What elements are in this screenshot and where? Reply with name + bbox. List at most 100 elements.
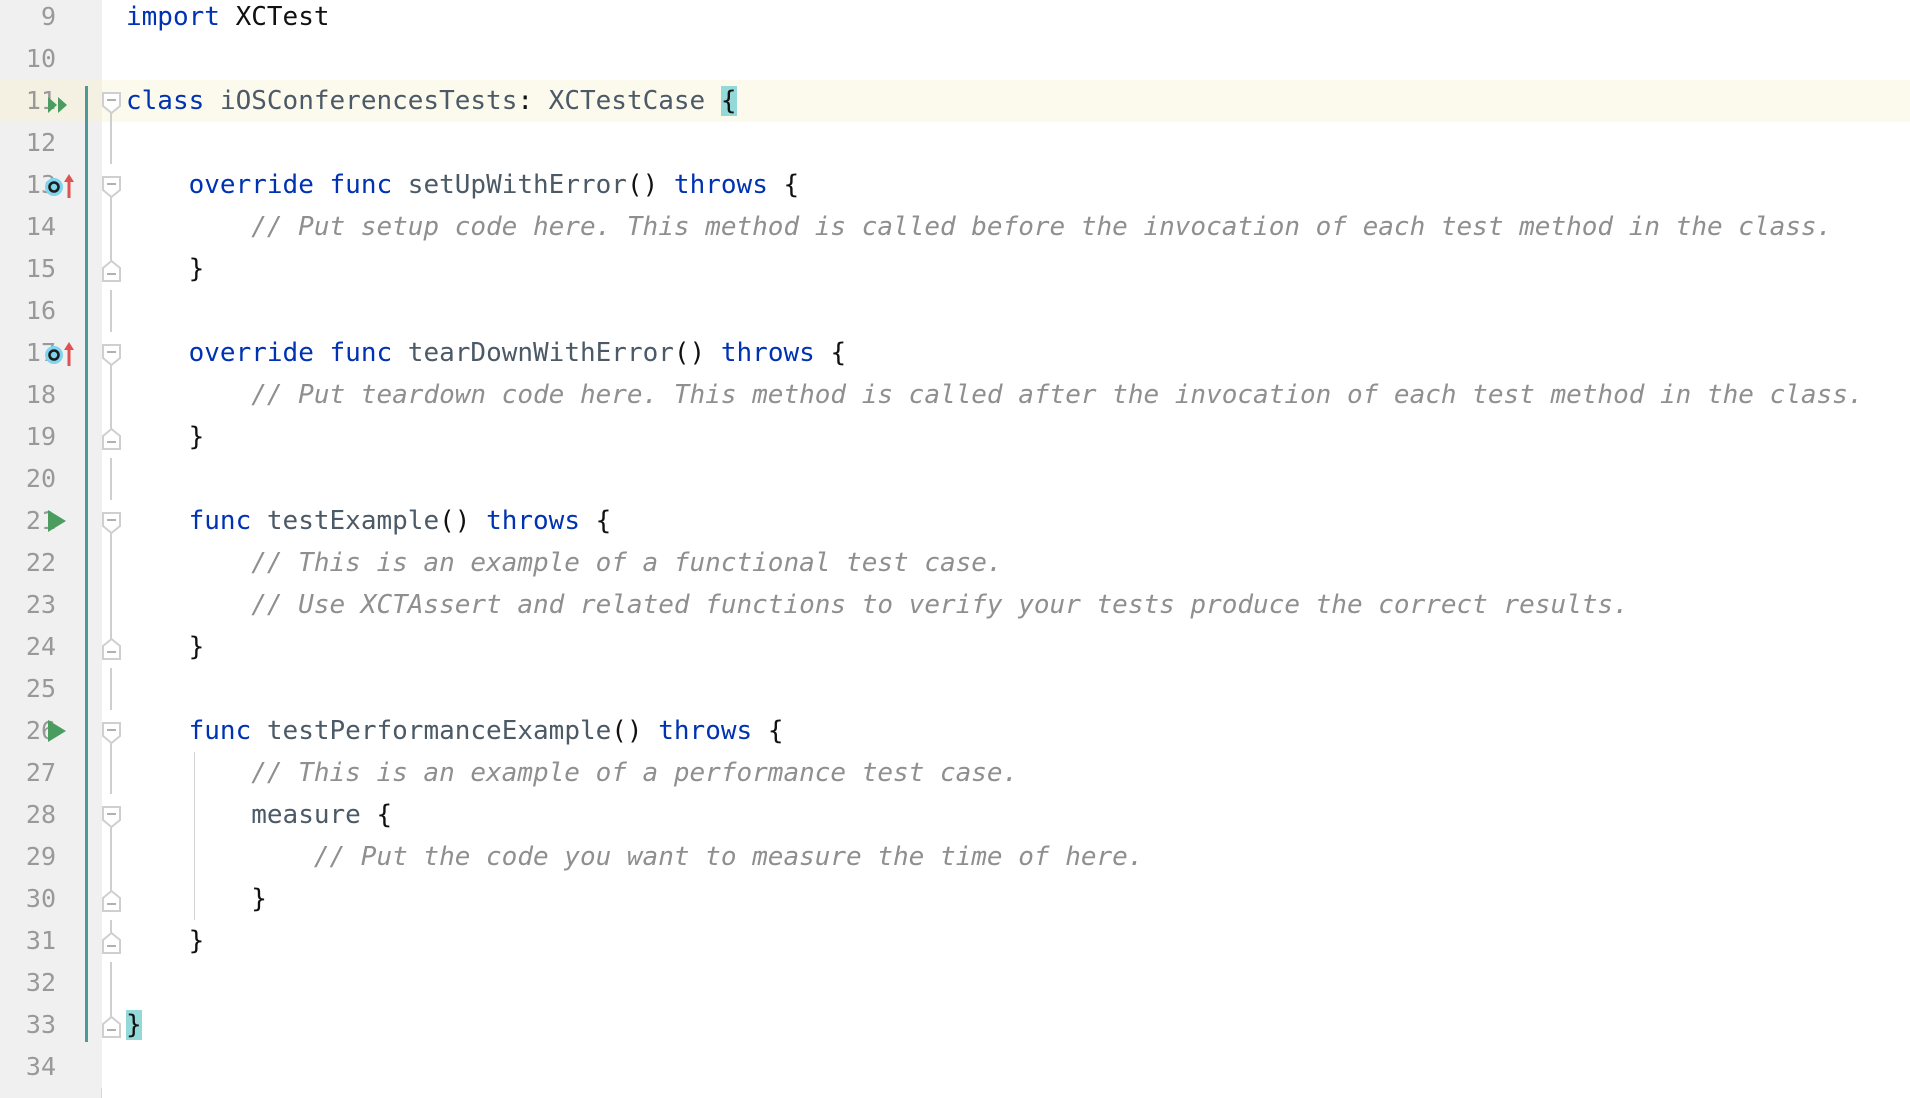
override-method-icon[interactable] [44,341,78,367]
editor-line[interactable]: 31 } [0,920,1910,962]
code-line-text: // This is an example of a functional te… [126,542,1003,584]
editor-line[interactable]: 24 } [0,626,1910,668]
editor-line[interactable]: 23 // Use XCTAssert and related function… [0,584,1910,626]
code-token: // Put the code you want to measure the … [126,842,1144,872]
editor-line[interactable]: 18 // Put teardown code here. This metho… [0,374,1910,416]
code-token: } [188,422,205,452]
fold-start-marker[interactable] [100,803,123,829]
editor-line[interactable]: 14 // Put setup code here. This method i… [0,206,1910,248]
editor-line[interactable]: 33} [0,1004,1910,1046]
fold-end-marker[interactable] [100,887,123,912]
fold-start-marker[interactable] [100,89,123,115]
code-line-text: class iOSConferencesTests: XCTestCase { [126,80,737,122]
editor-line[interactable]: 16 [0,290,1910,332]
editor-line[interactable]: 17 override func tearDownWithError() thr… [0,332,1910,374]
fold-end-marker[interactable] [100,635,123,660]
fold-gutter-slot [100,332,124,374]
fold-start-marker[interactable] [100,719,123,745]
editor-line[interactable]: 28 measure { [0,794,1910,836]
fold-gutter-slot [100,500,124,542]
gutter-icon-slot [44,1004,78,1046]
fold-end-marker[interactable] [100,425,123,450]
gutter-cell-inner [78,38,102,80]
gutter-icon-slot [44,752,78,794]
gutter-cell-inner [78,626,102,668]
fold-gutter-slot [100,710,124,752]
gutter-cell-inner [78,332,102,374]
code-token: } [126,1010,142,1040]
fold-end-marker[interactable] [100,257,123,282]
code-line-text: // Use XCTAssert and related functions t… [126,584,1629,626]
code-token: { [376,800,393,830]
editor-line[interactable]: 26 func testPerformanceExample() throws … [0,710,1910,752]
editor-line[interactable]: 34 [0,1046,1910,1088]
fold-end-marker[interactable] [100,929,123,954]
fold-start-marker[interactable] [100,173,123,199]
code-token: throws [658,716,753,746]
code-token: throws [673,170,768,200]
fold-connector-line [110,542,112,584]
fold-gutter-slot [100,164,124,206]
editor-line[interactable]: 20 [0,458,1910,500]
gutter-cell-inner [78,458,102,500]
code-token: // This is an example of a functional te… [126,548,1003,578]
gutter-cell-inner [78,752,102,794]
code-token: { [830,338,847,368]
editor-line[interactable]: 25 [0,668,1910,710]
gutter-icon-slot [44,290,78,332]
fold-connector-line [110,206,112,248]
gutter-icon-slot [44,710,78,752]
gutter-icon-slot [44,836,78,878]
code-token: () [439,506,471,536]
run-test-icon[interactable] [48,720,66,742]
editor-line[interactable]: 21 func testExample() throws { [0,500,1910,542]
code-token: { [720,86,737,116]
gutter-icon-slot [44,626,78,668]
run-all-tests-icon[interactable] [46,90,72,113]
editor-line[interactable]: 32 [0,962,1910,1004]
gutter-icon-slot [44,794,78,836]
gutter-cell-inner [78,836,102,878]
editor-line[interactable]: 9 import XCTest [0,0,1910,38]
fold-start-marker[interactable] [100,341,123,367]
gutter-cell-inner [78,584,102,626]
code-token: () [611,716,643,746]
fold-gutter-slot [100,1004,124,1046]
fold-connector-line [110,962,112,1004]
editor-line[interactable]: 19 } [0,416,1910,458]
gutter-icon-slot [44,584,78,626]
gutter-cell-inner [78,206,102,248]
fold-gutter-slot [100,584,124,626]
code-token: () [673,338,706,368]
editor-line[interactable]: 11 class iOSConferencesTests: XCTestCase … [0,80,1910,122]
code-line-text: import XCTest [126,0,330,38]
gutter-icon-slot [44,332,78,374]
gutter-icon-slot [44,206,78,248]
editor-line[interactable]: 12 [0,122,1910,164]
editor-line[interactable]: 10 [0,38,1910,80]
editor-line[interactable]: 22 // This is an example of a functional… [0,542,1910,584]
gutter-cell-inner [78,794,102,836]
fold-connector-line [110,668,112,710]
vcs-change-marker[interactable] [85,86,88,1042]
fold-connector-line [110,122,112,164]
code-token: testPerformanceExample [266,716,612,746]
editor-line[interactable]: 13 override func setUpWithError() throws… [0,164,1910,206]
code-token: { [595,506,612,536]
code-editor[interactable]: 9 import XCTest 10 11 class iOSConferencesTe… [0,0,1910,1098]
editor-line[interactable]: 29 // Put the code you want to measure t… [0,836,1910,878]
editor-line[interactable]: 30 } [0,878,1910,920]
override-method-icon[interactable] [44,173,78,199]
fold-end-marker[interactable] [100,1013,123,1038]
run-test-icon[interactable] [48,510,66,532]
editor-line[interactable]: 27 // This is an example of a performanc… [0,752,1910,794]
fold-start-marker[interactable] [100,509,123,535]
editor-line[interactable]: 15 } [0,248,1910,290]
